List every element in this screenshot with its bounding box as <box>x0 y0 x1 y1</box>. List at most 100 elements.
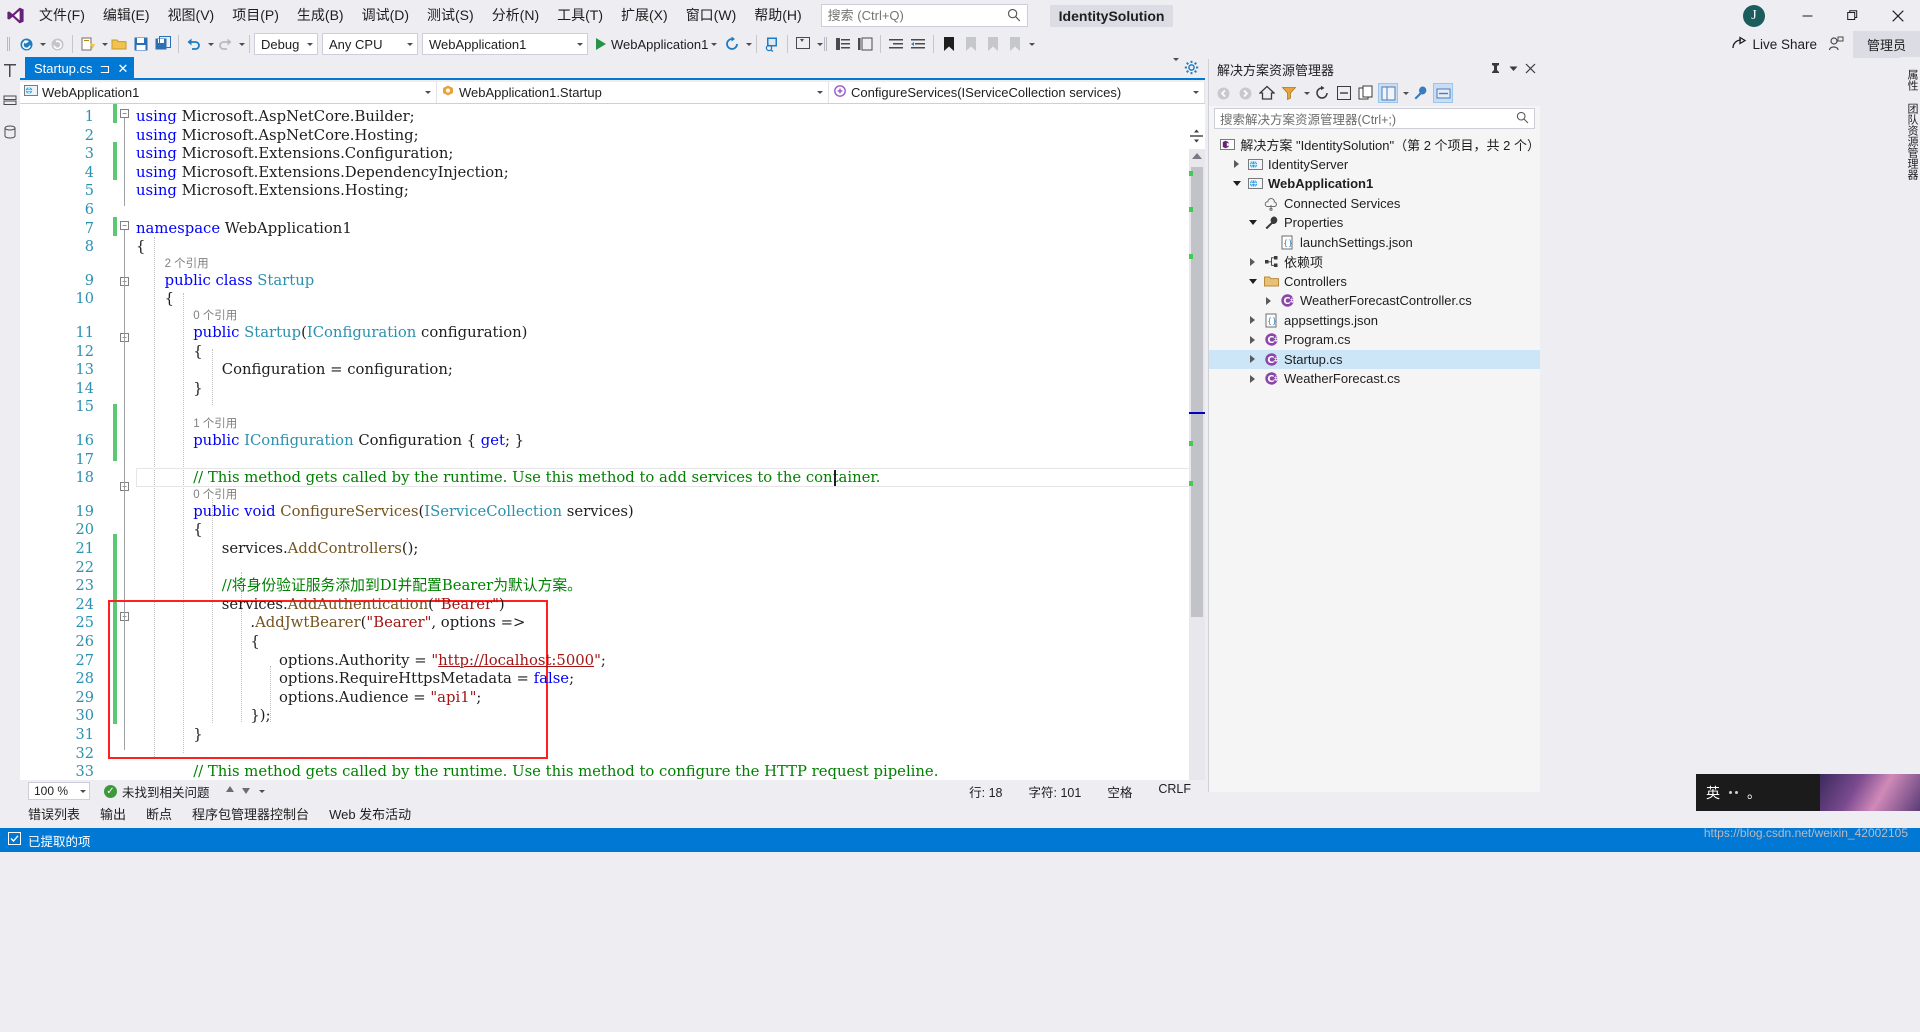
main-menu[interactable]: 文件(F) 编辑(E) 视图(V) 项目(P) 生成(B) 调试(D) 测试(S… <box>30 0 811 31</box>
tree-item-selected[interactable]: C # Startup.cs <box>1209 349 1540 369</box>
navbar-project-dropdown[interactable]: WebApplication1 <box>20 82 437 103</box>
tree-item[interactable]: C # WeatherForecast.cs <box>1209 369 1540 389</box>
code-line[interactable]: services.AddAuthentication("Bearer") <box>222 596 505 615</box>
code-line[interactable]: public Startup(IConfiguration configurat… <box>193 324 527 343</box>
code-line[interactable]: using Microsoft.AspNetCore.Builder; <box>136 108 415 127</box>
scroll-up-arrow-icon[interactable] <box>1192 153 1202 159</box>
code-line[interactable]: { <box>165 290 174 309</box>
collapse-arrow-icon[interactable] <box>1247 220 1258 226</box>
chevron-down-icon[interactable] <box>1403 91 1409 95</box>
tree-item[interactable]: C # Program.cs <box>1209 330 1540 350</box>
maximize-button[interactable] <box>1830 0 1875 31</box>
pin-icon[interactable]: ⊐ <box>100 62 111 75</box>
code-line[interactable]: }); <box>250 707 270 726</box>
expand-arrow-icon[interactable] <box>1247 355 1258 364</box>
collapse-arrow-icon[interactable] <box>1247 278 1258 284</box>
expand-arrow-icon[interactable] <box>1263 296 1274 305</box>
back-icon[interactable] <box>1213 83 1233 103</box>
code-line[interactable]: using Microsoft.Extensions.Configuration… <box>136 145 453 164</box>
code-line[interactable]: options.Audience = "api1"; <box>279 689 481 708</box>
codelens-reference-count[interactable]: 2 个引用 <box>165 257 209 272</box>
editor-tab-list-dropdown-icon[interactable] <box>1170 58 1179 79</box>
clear-bookmarks-button[interactable] <box>1004 33 1026 55</box>
live-share-button[interactable]: Live Share <box>1723 36 1825 52</box>
navigate-backward-button[interactable] <box>15 33 37 55</box>
data-sources-tab-icon[interactable] <box>3 125 17 146</box>
editor-tab-startup-cs[interactable]: Startup.cs ⊐ ✕ <box>25 57 135 80</box>
code-line[interactable]: .AddJwtBearer("Bearer", options => <box>250 614 525 633</box>
outline-toggle[interactable]: − <box>120 109 129 118</box>
save-all-button[interactable] <box>152 33 174 55</box>
forward-icon[interactable] <box>1235 83 1255 103</box>
refresh-icon[interactable] <box>1312 83 1332 103</box>
attach-to-process-button[interactable] <box>761 33 783 55</box>
bottom-tab-package-manager-console[interactable]: 程序包管理器控制台 <box>182 802 319 828</box>
tree-item[interactable]: 解决方案 "IdentitySolution"（第 2 个项目，共 2 个） <box>1209 135 1540 155</box>
chevron-down-icon[interactable] <box>711 42 718 46</box>
open-file-button[interactable] <box>108 33 130 55</box>
menu-help[interactable]: 帮助(H) <box>745 0 810 31</box>
window-menu-icon[interactable] <box>1508 62 1519 77</box>
expand-arrow-icon[interactable] <box>1247 374 1258 383</box>
tree-item[interactable]: 依赖项 <box>1209 252 1540 272</box>
bottom-tab-error-list[interactable]: 错误列表 <box>18 802 90 828</box>
bottom-tab-breakpoints[interactable]: 断点 <box>136 802 182 828</box>
menu-edit[interactable]: 编辑(E) <box>94 0 159 31</box>
tree-item[interactable]: IdentityServer <box>1209 155 1540 175</box>
code-editor-surface[interactable]: 1 2 3 4 5 6 7 8 9 10 11 12 13 14 15 16 17 18 19 20 21 22 23 24 2… <box>20 104 1205 794</box>
comment-selection-button[interactable] <box>832 33 854 55</box>
tree-item[interactable]: {} appsettings.json <box>1209 311 1540 331</box>
bottom-tab-web-publish-activity[interactable]: Web 发布活动 <box>319 802 421 828</box>
start-debugging-button[interactable]: WebApplication1 <box>592 33 721 55</box>
menu-project[interactable]: 项目(P) <box>223 0 288 31</box>
editor-vertical-scrollbar[interactable] <box>1189 149 1205 794</box>
codelens-reference-count[interactable]: 1 个引用 <box>193 417 237 432</box>
expand-arrow-icon[interactable] <box>1247 335 1258 344</box>
tree-item[interactable]: Controllers <box>1209 272 1540 292</box>
tree-item[interactable]: Properties <box>1209 213 1540 233</box>
toolbox-tab-icon[interactable] <box>3 63 17 84</box>
code-line[interactable]: // This method gets called by the runtim… <box>193 469 880 488</box>
new-project-button[interactable] <box>77 33 99 55</box>
issue-nav-group[interactable] <box>224 784 265 799</box>
zoom-level-combo[interactable]: 100 % <box>28 782 90 800</box>
code-line[interactable]: options.RequireHttpsMetadata = false; <box>279 670 574 689</box>
menu-debug[interactable]: 调试(D) <box>353 0 418 31</box>
toggle-bookmark-button[interactable] <box>938 33 960 55</box>
code-line[interactable]: public IConfiguration Configuration { ge… <box>193 432 524 451</box>
code-line[interactable]: public void ConfigureServices(IServiceCo… <box>193 503 634 522</box>
decrease-indent-button[interactable] <box>907 33 929 55</box>
expand-arrow-icon[interactable] <box>1247 257 1258 266</box>
code-line[interactable]: using Microsoft.Extensions.Hosting; <box>136 182 409 201</box>
chevron-down-icon[interactable] <box>1304 91 1310 95</box>
preview-selected-items-icon[interactable] <box>1433 83 1453 103</box>
code-line[interactable]: using Microsoft.AspNetCore.Hosting; <box>136 127 419 146</box>
view-properties-icon[interactable] <box>1378 83 1398 103</box>
scrollbar-thumb[interactable] <box>1191 167 1203 617</box>
search-icon[interactable] <box>1516 111 1529 127</box>
solution-explorer-search[interactable]: 搜索解决方案资源管理器(Ctrl+;) <box>1214 108 1535 129</box>
collapse-arrow-icon[interactable] <box>1231 181 1242 187</box>
tree-item[interactable]: Connected Services <box>1209 194 1540 214</box>
search-input[interactable] <box>821 5 1000 26</box>
toolbar-grip[interactable] <box>823 35 830 53</box>
gear-icon[interactable] <box>1184 60 1199 80</box>
collapse-all-icon[interactable] <box>1334 83 1354 103</box>
properties-tab-label[interactable]: 属性 <box>1900 69 1920 91</box>
previous-issue-icon[interactable] <box>224 784 236 799</box>
code-line[interactable]: { <box>136 238 145 257</box>
code-line[interactable]: } <box>193 380 202 399</box>
feedback-icon[interactable] <box>1825 33 1847 55</box>
home-icon[interactable] <box>1257 83 1277 103</box>
toolbar-grip[interactable] <box>6 35 13 53</box>
toolbar-overflow-icon[interactable] <box>1029 42 1036 46</box>
navbar-type-dropdown[interactable]: WebApplication1.Startup <box>437 82 829 103</box>
avatar[interactable]: J <box>1743 4 1765 27</box>
next-issue-icon[interactable] <box>240 784 252 799</box>
code-line[interactable]: services.AddControllers(); <box>222 540 419 559</box>
server-explorer-tab-icon[interactable] <box>3 94 17 115</box>
close-icon[interactable] <box>1525 62 1536 77</box>
expand-arrow-icon[interactable] <box>1231 160 1242 169</box>
code-line[interactable]: { <box>250 633 259 652</box>
next-bookmark-button[interactable] <box>982 33 1004 55</box>
